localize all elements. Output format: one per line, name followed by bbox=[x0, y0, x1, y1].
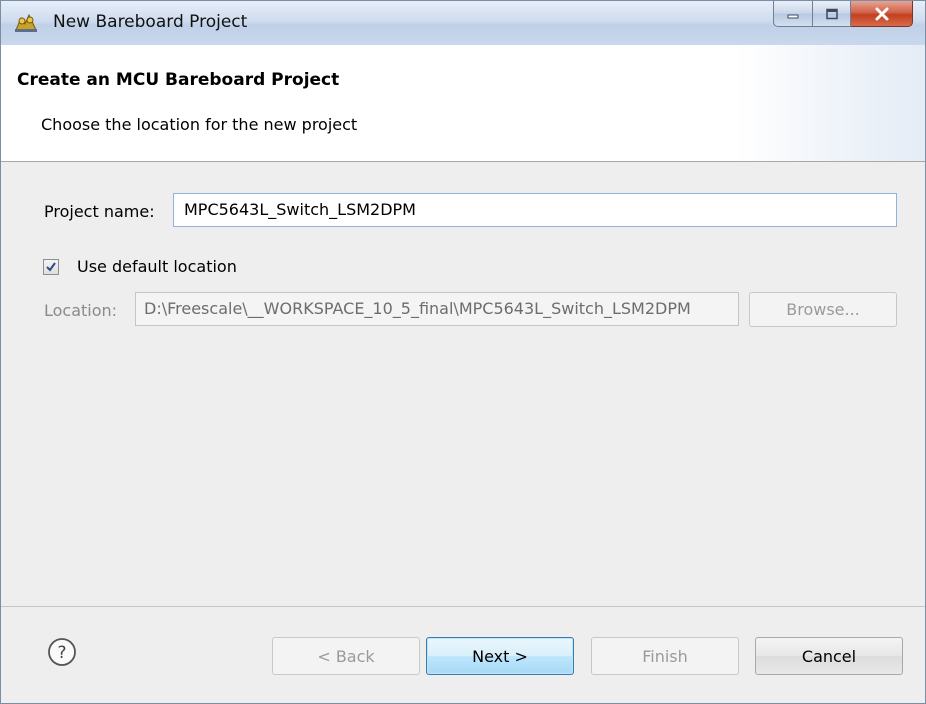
use-default-location-checkbox[interactable] bbox=[43, 259, 59, 275]
maximize-icon bbox=[825, 8, 838, 19]
eclipse-project-icon bbox=[15, 13, 37, 32]
page-subtitle: Choose the location for the new project bbox=[41, 115, 358, 134]
new-bareboard-project-dialog: New Bareboard Project Create an MCU Bare… bbox=[0, 0, 926, 704]
next-button[interactable]: Next > bbox=[426, 637, 574, 675]
project-name-input[interactable]: MPC5643L_Switch_LSM2DPM bbox=[173, 193, 897, 227]
project-name-value: MPC5643L_Switch_LSM2DPM bbox=[184, 200, 416, 219]
close-icon bbox=[875, 7, 888, 20]
use-default-location-label[interactable]: Use default location bbox=[77, 257, 237, 276]
project-name-label: Project name: bbox=[44, 202, 155, 221]
wizard-body: Project name: MPC5643L_Switch_LSM2DPM Us… bbox=[1, 162, 925, 606]
location-value: D:\Freescale\__WORKSPACE_10_5_final\MPC5… bbox=[144, 299, 691, 318]
cancel-button[interactable]: Cancel bbox=[755, 637, 903, 675]
header-decoration bbox=[735, 45, 925, 161]
minimize-button[interactable] bbox=[773, 1, 813, 27]
title-bar[interactable]: New Bareboard Project bbox=[1, 1, 925, 45]
wizard-footer: ? < Back Next > Finish Cancel bbox=[1, 606, 925, 703]
help-icon[interactable]: ? bbox=[47, 637, 77, 667]
page-title: Create an MCU Bareboard Project bbox=[17, 70, 340, 90]
maximize-button[interactable] bbox=[813, 1, 851, 27]
location-label: Location: bbox=[44, 301, 118, 320]
minimize-icon bbox=[787, 14, 799, 18]
checkmark-icon bbox=[46, 262, 56, 272]
back-button[interactable]: < Back bbox=[272, 637, 420, 675]
location-input[interactable]: D:\Freescale\__WORKSPACE_10_5_final\MPC5… bbox=[135, 292, 739, 326]
wizard-header: Create an MCU Bareboard Project Choose t… bbox=[1, 45, 925, 162]
close-button[interactable] bbox=[851, 1, 913, 27]
finish-button[interactable]: Finish bbox=[591, 637, 739, 675]
window-title: New Bareboard Project bbox=[53, 12, 248, 32]
window-controls bbox=[773, 1, 913, 27]
browse-button[interactable]: Browse... bbox=[749, 292, 897, 327]
svg-text:?: ? bbox=[57, 643, 66, 663]
